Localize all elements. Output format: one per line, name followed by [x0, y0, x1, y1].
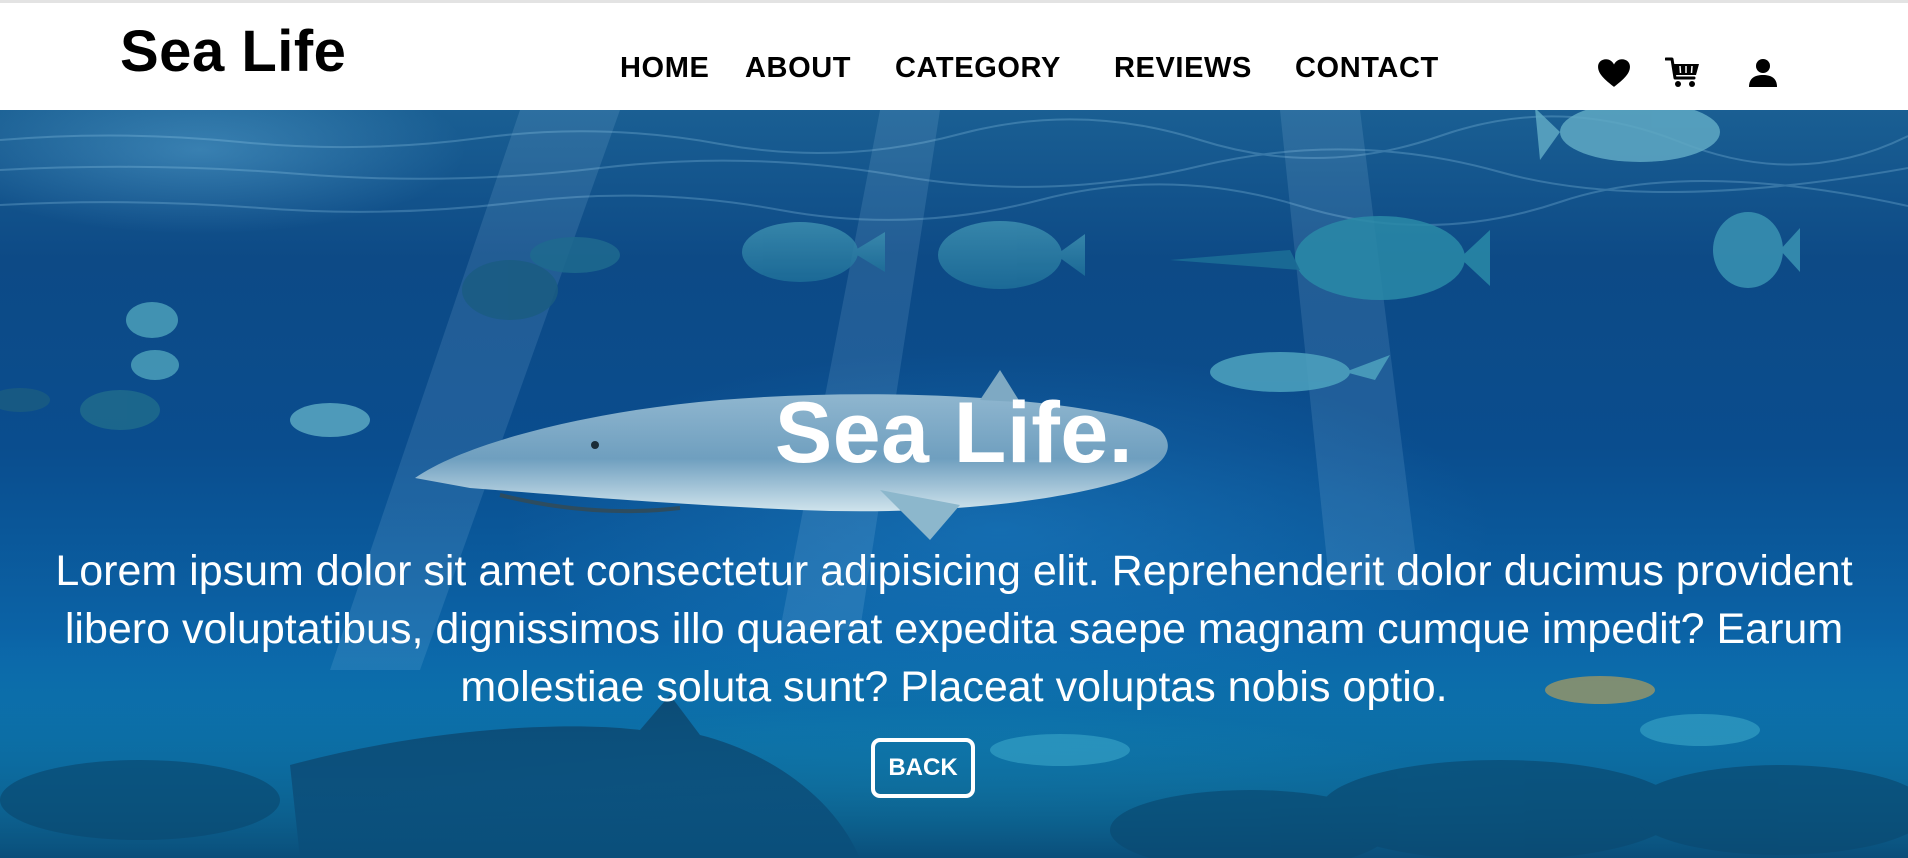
navbar: Sea Life HOME ABOUT CATEGORY REVIEWS CON…: [0, 3, 1908, 110]
nav-reviews[interactable]: REVIEWS: [1114, 54, 1252, 83]
back-button[interactable]: BACK: [871, 738, 975, 798]
hero-description: Lorem ipsum dolor sit amet consectetur a…: [55, 547, 1853, 711]
nav-contact[interactable]: CONTACT: [1295, 54, 1439, 83]
nav-about[interactable]: ABOUT: [745, 54, 851, 83]
heart-icon[interactable]: [1594, 55, 1634, 91]
cart-icon[interactable]: [1663, 55, 1703, 91]
hero-title: Sea Life.: [774, 385, 1134, 481]
user-icon[interactable]: [1743, 55, 1783, 91]
nav-home[interactable]: HOME: [620, 54, 709, 83]
hero-section: Sea Life. Lorem ipsum dolor sit amet con…: [0, 110, 1908, 858]
nav-category[interactable]: CATEGORY: [895, 54, 1061, 83]
